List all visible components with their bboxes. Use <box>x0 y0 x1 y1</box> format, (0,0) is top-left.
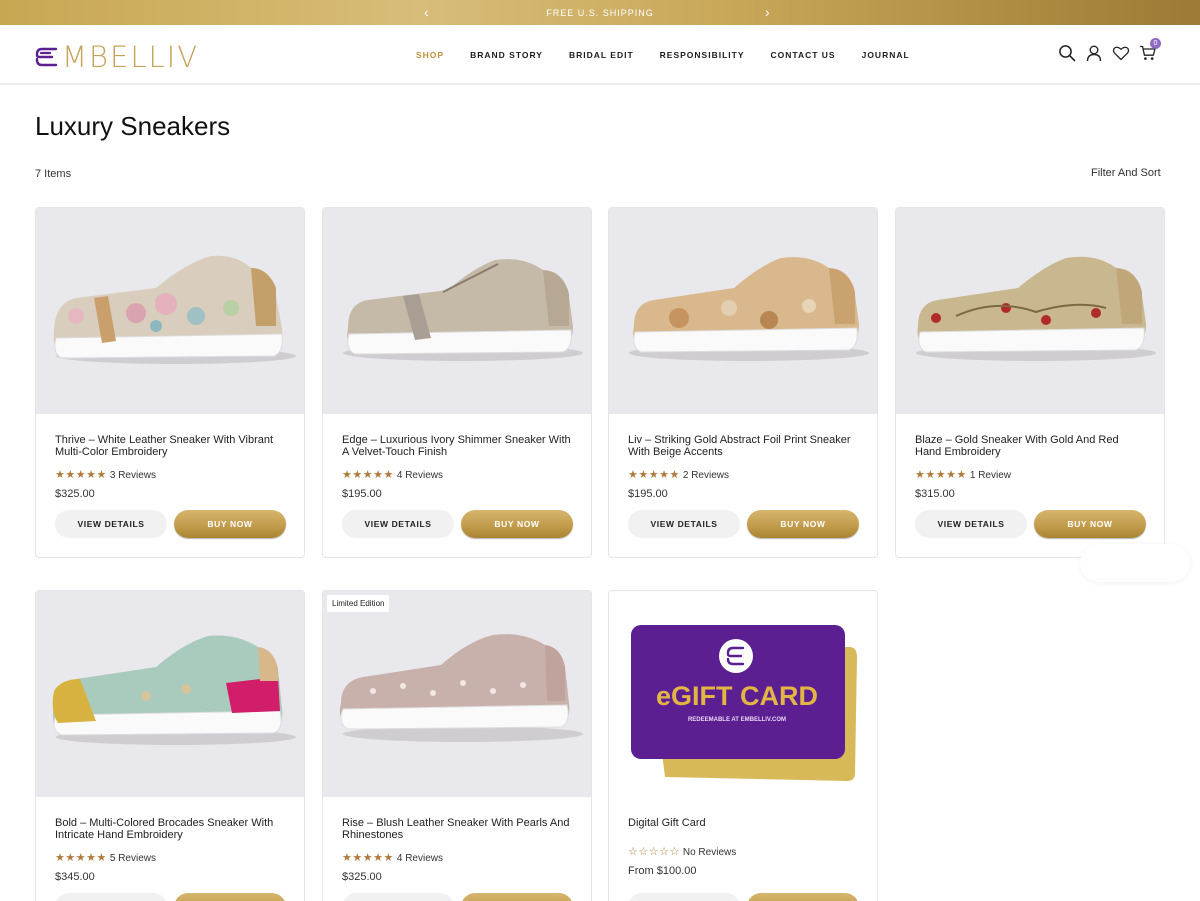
product-card: Limited Edition Rise – Blush Leather Sne… <box>322 590 592 901</box>
nav-item-bridal-edit[interactable]: BRIDAL EDIT <box>569 50 634 60</box>
product-name[interactable]: Bold – Multi-Colored Brocades Sneaker Wi… <box>55 817 285 843</box>
view-details-button[interactable]: VIEW DETAILS <box>915 510 1027 538</box>
rating-stars-icon: ★ ★ ★ ★ ★ <box>55 851 107 864</box>
rating-stars-empty-icon: ☆ ☆ ☆ ☆ ☆ <box>628 845 680 858</box>
product-price: $195.00 <box>628 488 668 500</box>
product-name[interactable]: Thrive – White Leather Sneaker With Vibr… <box>55 434 285 460</box>
chevron-right-icon[interactable]: › <box>765 4 770 20</box>
product-card: Edge – Luxurious Ivory Shimmer Sneaker W… <box>322 207 592 558</box>
rating-stars-icon: ★ ★ ★ ★ ★ <box>342 468 394 481</box>
view-details-button[interactable]: VIEW DETAILS <box>628 510 740 538</box>
product-rating: ★ ★ ★ ★ ★ 5 Reviews <box>55 852 285 864</box>
sneaker-image-icon <box>339 634 583 742</box>
nav-item-shop[interactable]: SHOP <box>416 50 444 60</box>
announcement-message: FREE U.S. SHIPPING <box>546 7 654 18</box>
nav-item-contact-us[interactable]: CONTACT US <box>771 50 836 60</box>
product-image[interactable] <box>36 208 304 414</box>
product-name[interactable]: Rise – Blush Leather Sneaker With Pearls… <box>342 817 572 843</box>
buy-now-button[interactable]: BUY NOW <box>1034 510 1146 538</box>
view-details-button[interactable]: VIEW DETAILS <box>628 893 740 901</box>
product-rating: ★ ★ ★ ★ ★ 4 Reviews <box>342 852 572 864</box>
product-card: Bold – Multi-Colored Brocades Sneaker Wi… <box>35 590 305 901</box>
rating-stars-icon: ★ ★ ★ ★ ★ <box>342 851 394 864</box>
nav-item-brand-story[interactable]: BRAND STORY <box>470 50 543 60</box>
account-icon[interactable] <box>1085 44 1103 62</box>
site-header: MBELLIV SHOP BRAND STORY BRIDAL EDIT RES… <box>0 25 1200 85</box>
product-image[interactable] <box>609 208 877 414</box>
sneaker-image-icon <box>916 256 1156 361</box>
header-icons: 0 <box>1058 38 1166 62</box>
sneaker-image-icon <box>52 635 296 745</box>
product-card: Thrive – White Leather Sneaker With Vibr… <box>35 207 305 558</box>
announcement-bar: ‹ FREE U.S. SHIPPING › <box>0 0 1200 25</box>
rating-stars-icon: ★ ★ ★ ★ ★ <box>55 468 107 481</box>
product-rating: ★ ★ ★ ★ ★ 4 Reviews <box>342 469 572 481</box>
product-card: Blaze – Gold Sneaker With Gold And Red H… <box>895 207 1165 558</box>
product-image[interactable]: eGIFT CARD REDEEMABLE AT EMBELLIV.COM <box>609 591 877 797</box>
product-image[interactable]: Limited Edition <box>323 591 591 797</box>
gift-card-subtitle: REDEEMABLE AT EMBELLIV.COM <box>688 717 786 723</box>
product-name[interactable]: Edge – Luxurious Ivory Shimmer Sneaker W… <box>342 434 572 460</box>
product-rating: ★ ★ ★ ★ ★ 1 Review <box>915 469 1145 481</box>
buy-now-button[interactable]: BUY NOW <box>174 510 286 538</box>
product-card: eGIFT CARD REDEEMABLE AT EMBELLIV.COM Di… <box>608 590 878 901</box>
brand-name: MBELLIV <box>62 40 200 74</box>
nav-item-responsibility[interactable]: RESPONSIBILITY <box>660 50 745 60</box>
product-name[interactable]: Digital Gift Card <box>628 817 858 843</box>
gift-card-image: eGIFT CARD REDEEMABLE AT EMBELLIV.COM <box>631 625 857 781</box>
rating-stars-icon: ★ ★ ★ ★ ★ <box>915 468 967 481</box>
review-count[interactable]: 2 Reviews <box>683 470 729 481</box>
main-nav: SHOP BRAND STORY BRIDAL EDIT RESPONSIBIL… <box>416 50 936 60</box>
item-count: 7 Items <box>35 168 72 180</box>
review-count: No Reviews <box>682 846 737 858</box>
product-rating: ★ ★ ★ ★ ★ 2 Reviews <box>628 469 858 481</box>
wishlist-heart-icon[interactable] <box>1112 44 1130 62</box>
product-rating: ★ ★ ★ ★ ★ 3 Reviews <box>55 469 285 481</box>
sneaker-image-icon <box>343 259 583 361</box>
product-image[interactable] <box>36 591 304 797</box>
product-price: $325.00 <box>342 871 382 883</box>
product-rating: ☆ ☆ ☆ ☆ ☆ No Reviews <box>628 846 858 858</box>
review-count[interactable]: 5 Reviews <box>110 853 156 864</box>
logo-mark-icon <box>35 47 58 67</box>
product-image[interactable] <box>323 208 591 414</box>
cart-count-badge: 0 <box>1150 38 1161 49</box>
filter-and-sort-button[interactable]: Filter And Sort <box>1091 167 1161 179</box>
view-details-button[interactable]: VIEW DETAILS <box>342 893 454 901</box>
buy-now-button[interactable]: BUY NOW <box>747 893 859 901</box>
review-count[interactable]: 4 Reviews <box>397 470 443 481</box>
buy-now-button[interactable]: BUY NOW <box>461 893 573 901</box>
view-details-button[interactable]: VIEW DETAILS <box>342 510 454 538</box>
product-price: $195.00 <box>342 488 382 500</box>
product-price: From $100.00 <box>628 865 697 877</box>
page-title: Luxury Sneakers <box>35 111 231 141</box>
buy-now-button[interactable]: BUY NOW <box>747 510 859 538</box>
buy-now-button[interactable]: BUY NOW <box>461 510 573 538</box>
limited-edition-badge: Limited Edition <box>327 595 390 612</box>
floating-chat-widget[interactable] <box>1080 544 1190 582</box>
search-icon[interactable] <box>1058 44 1076 62</box>
nav-item-journal[interactable]: JOURNAL <box>862 50 910 60</box>
product-name[interactable]: Blaze – Gold Sneaker With Gold And Red H… <box>915 434 1145 460</box>
chevron-left-icon[interactable]: ‹ <box>424 4 429 20</box>
cart-button[interactable]: 0 <box>1139 38 1161 62</box>
review-count[interactable]: 4 Reviews <box>397 853 443 864</box>
product-price: $315.00 <box>915 488 955 500</box>
product-price: $345.00 <box>55 871 95 883</box>
gift-card-title: eGIFT CARD <box>656 681 818 711</box>
sneaker-image-icon <box>53 255 296 364</box>
brand-logo[interactable]: MBELLIV <box>34 40 199 74</box>
product-name[interactable]: Liv – Striking Gold Abstract Foil Print … <box>628 434 858 460</box>
rating-stars-icon: ★ ★ ★ ★ ★ <box>628 468 680 481</box>
product-card: Liv – Striking Gold Abstract Foil Print … <box>608 207 878 558</box>
sneaker-image-icon <box>629 257 869 361</box>
product-price: $325.00 <box>55 488 95 500</box>
review-count[interactable]: 1 Review <box>970 470 1011 481</box>
buy-now-button[interactable]: BUY NOW <box>174 893 286 901</box>
review-count[interactable]: 3 Reviews <box>110 470 156 481</box>
view-details-button[interactable]: VIEW DETAILS <box>55 893 167 901</box>
product-image[interactable] <box>896 208 1164 414</box>
view-details-button[interactable]: VIEW DETAILS <box>55 510 167 538</box>
